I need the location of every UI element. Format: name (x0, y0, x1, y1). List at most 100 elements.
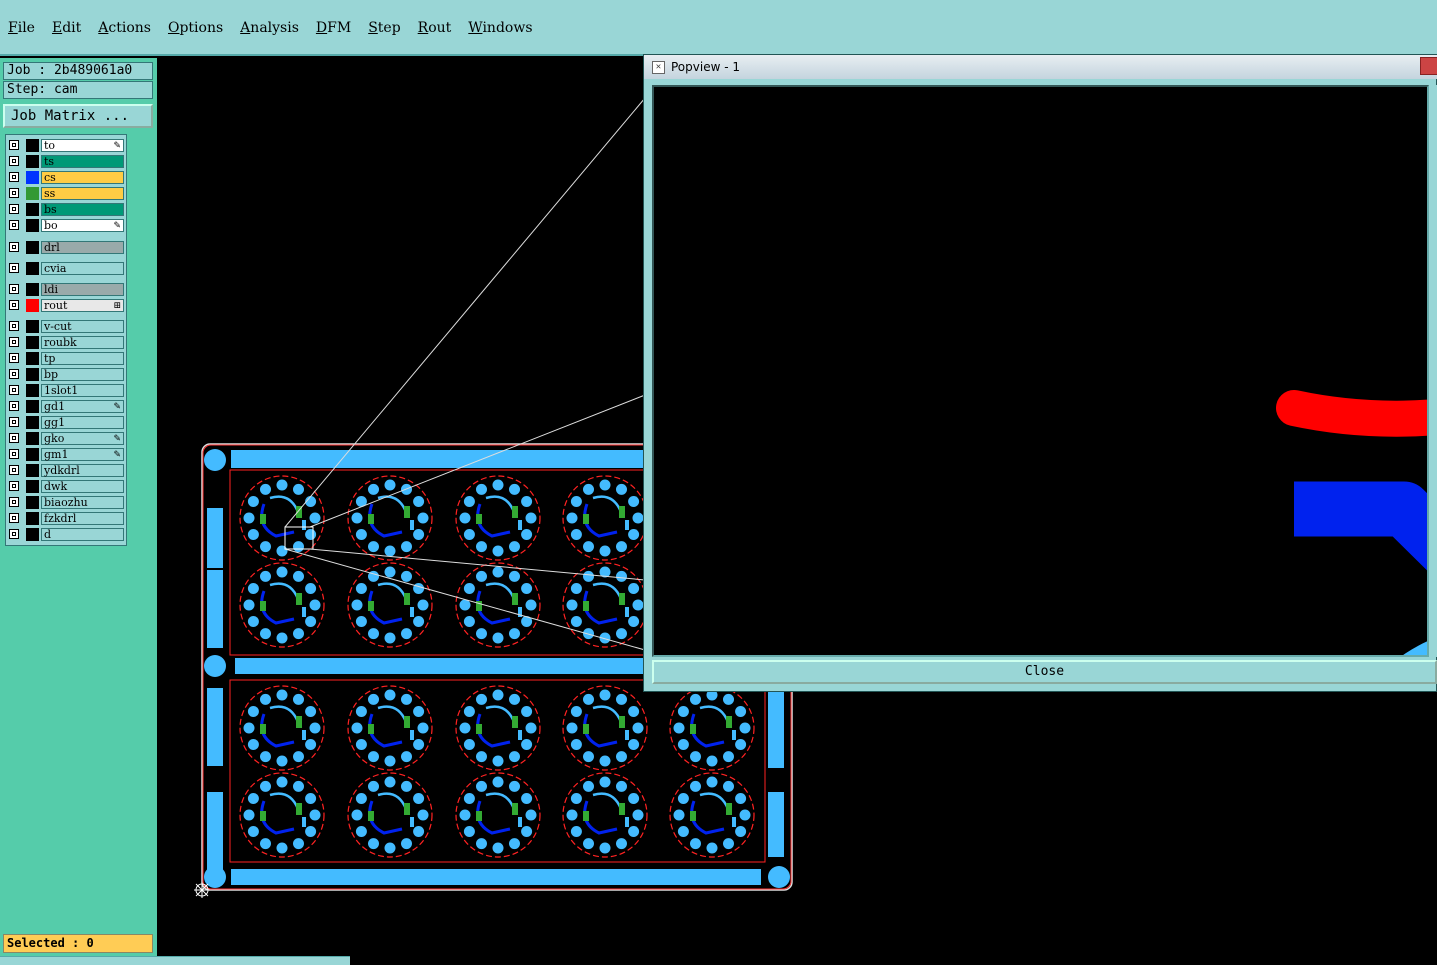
layer-name[interactable]: roubk (41, 336, 124, 349)
layer-name[interactable]: drl (41, 241, 124, 254)
layer-checkbox[interactable] (9, 188, 19, 198)
layer-color-swatch[interactable] (26, 187, 39, 200)
layer-row-ldi[interactable]: ldi (6, 282, 125, 297)
layer-checkbox[interactable] (9, 220, 19, 230)
layer-name[interactable]: gg1 (41, 416, 124, 429)
layer-checkbox[interactable] (9, 300, 19, 310)
layer-row-gm1[interactable]: gm1 ✎ (6, 447, 125, 462)
layer-name[interactable]: biaozhu (41, 496, 124, 509)
layer-color-swatch[interactable] (26, 384, 39, 397)
layer-color-swatch[interactable] (26, 368, 39, 381)
popview-scrollbar[interactable] (1431, 85, 1437, 657)
layer-color-swatch[interactable] (26, 464, 39, 477)
layer-name[interactable]: v-cut (41, 320, 124, 333)
layer-name[interactable]: dwk (41, 480, 124, 493)
layer-name[interactable]: ss (41, 187, 124, 200)
layer-name[interactable]: ydkdrl (41, 464, 124, 477)
layer-color-swatch[interactable] (26, 171, 39, 184)
layer-name[interactable]: cvia (41, 262, 124, 275)
layer-row-1slot1[interactable]: 1slot1 (6, 383, 125, 398)
layer-color-swatch[interactable] (26, 416, 39, 429)
layer-checkbox[interactable] (9, 337, 19, 347)
layer-checkbox[interactable] (9, 401, 19, 411)
layer-color-swatch[interactable] (26, 480, 39, 493)
layer-color-swatch[interactable] (26, 139, 39, 152)
layer-color-swatch[interactable] (26, 283, 39, 296)
layer-name[interactable]: 1slot1 (41, 384, 124, 397)
layer-row-fzkdrl[interactable]: fzkdrl (6, 511, 125, 526)
layer-name[interactable]: to ✎ (41, 139, 124, 152)
menu-dfm[interactable]: DFM (316, 20, 351, 36)
layer-name[interactable]: ts (41, 155, 124, 168)
menu-edit[interactable]: Edit (52, 20, 81, 36)
layer-row-gg1[interactable]: gg1 (6, 415, 125, 430)
layer-row-cs[interactable]: cs (6, 170, 125, 185)
layer-checkbox[interactable] (9, 465, 19, 475)
layer-checkbox[interactable] (9, 156, 19, 166)
layer-row-ts[interactable]: ts (6, 154, 125, 169)
layer-color-swatch[interactable] (26, 496, 39, 509)
window-close-icon[interactable] (1420, 57, 1437, 75)
layer-row-to[interactable]: to ✎ (6, 138, 125, 153)
layer-row-bo[interactable]: bo ✎ (6, 218, 125, 233)
layer-checkbox[interactable] (9, 385, 19, 395)
layer-checkbox[interactable] (9, 529, 19, 539)
layer-checkbox[interactable] (9, 449, 19, 459)
layer-color-swatch[interactable] (26, 320, 39, 333)
layer-row-bs[interactable]: bs (6, 202, 125, 217)
layer-color-swatch[interactable] (26, 512, 39, 525)
layer-name[interactable]: bo ✎ (41, 219, 124, 232)
layer-color-swatch[interactable] (26, 528, 39, 541)
layer-row-v-cut[interactable]: v-cut (6, 319, 125, 334)
layer-row-bp[interactable]: bp (6, 367, 125, 382)
layer-row-gko[interactable]: gko ✎ (6, 431, 125, 446)
menu-step[interactable]: Step (368, 20, 400, 36)
layer-name[interactable]: cs (41, 171, 124, 184)
menu-analysis[interactable]: Analysis (240, 20, 299, 36)
layer-checkbox[interactable] (9, 433, 19, 443)
layer-checkbox[interactable] (9, 204, 19, 214)
layer-checkbox[interactable] (9, 284, 19, 294)
popview-close-button[interactable]: Close (652, 660, 1437, 684)
layer-row-biaozhu[interactable]: biaozhu (6, 495, 125, 510)
layer-checkbox[interactable] (9, 140, 19, 150)
layer-row-dwk[interactable]: dwk (6, 479, 125, 494)
layer-row-ydkdrl[interactable]: ydkdrl (6, 463, 125, 478)
layer-checkbox[interactable] (9, 172, 19, 182)
layer-row-gd1[interactable]: gd1 ✎ (6, 399, 125, 414)
menu-rout[interactable]: Rout (418, 20, 452, 36)
layer-checkbox[interactable] (9, 242, 19, 252)
layer-row-ss[interactable]: ss (6, 186, 125, 201)
popview-canvas[interactable] (652, 85, 1429, 657)
menu-options[interactable]: Options (168, 20, 223, 36)
layer-color-swatch[interactable] (26, 448, 39, 461)
layer-checkbox[interactable] (9, 321, 19, 331)
job-matrix-button[interactable]: Job Matrix ... (3, 104, 153, 128)
layer-color-swatch[interactable] (26, 336, 39, 349)
layer-name[interactable]: tp (41, 352, 124, 365)
menu-windows[interactable]: Windows (468, 20, 532, 36)
layer-checkbox[interactable] (9, 417, 19, 427)
layer-checkbox[interactable] (9, 513, 19, 523)
layer-name[interactable]: gd1 ✎ (41, 400, 124, 413)
layer-color-swatch[interactable] (26, 299, 39, 312)
layer-checkbox[interactable] (9, 369, 19, 379)
layer-row-drl[interactable]: drl (6, 240, 125, 255)
layer-checkbox[interactable] (9, 263, 19, 273)
layer-name[interactable]: d (41, 528, 124, 541)
layer-color-swatch[interactable] (26, 400, 39, 413)
popview-titlebar[interactable]: ✕ Popview - 1 (644, 55, 1437, 79)
layer-name[interactable]: ldi (41, 283, 124, 296)
layer-name[interactable]: gm1 ✎ (41, 448, 124, 461)
layer-row-d[interactable]: d (6, 527, 125, 542)
layer-checkbox[interactable] (9, 497, 19, 507)
menu-actions[interactable]: Actions (98, 20, 151, 36)
layer-color-swatch[interactable] (26, 352, 39, 365)
layer-color-swatch[interactable] (26, 432, 39, 445)
layer-color-swatch[interactable] (26, 219, 39, 232)
layer-color-swatch[interactable] (26, 203, 39, 216)
layer-name[interactable]: fzkdrl (41, 512, 124, 525)
layer-name[interactable]: gko ✎ (41, 432, 124, 445)
layer-row-rout[interactable]: rout ⊞ (6, 298, 125, 313)
layer-name[interactable]: bs (41, 203, 124, 216)
